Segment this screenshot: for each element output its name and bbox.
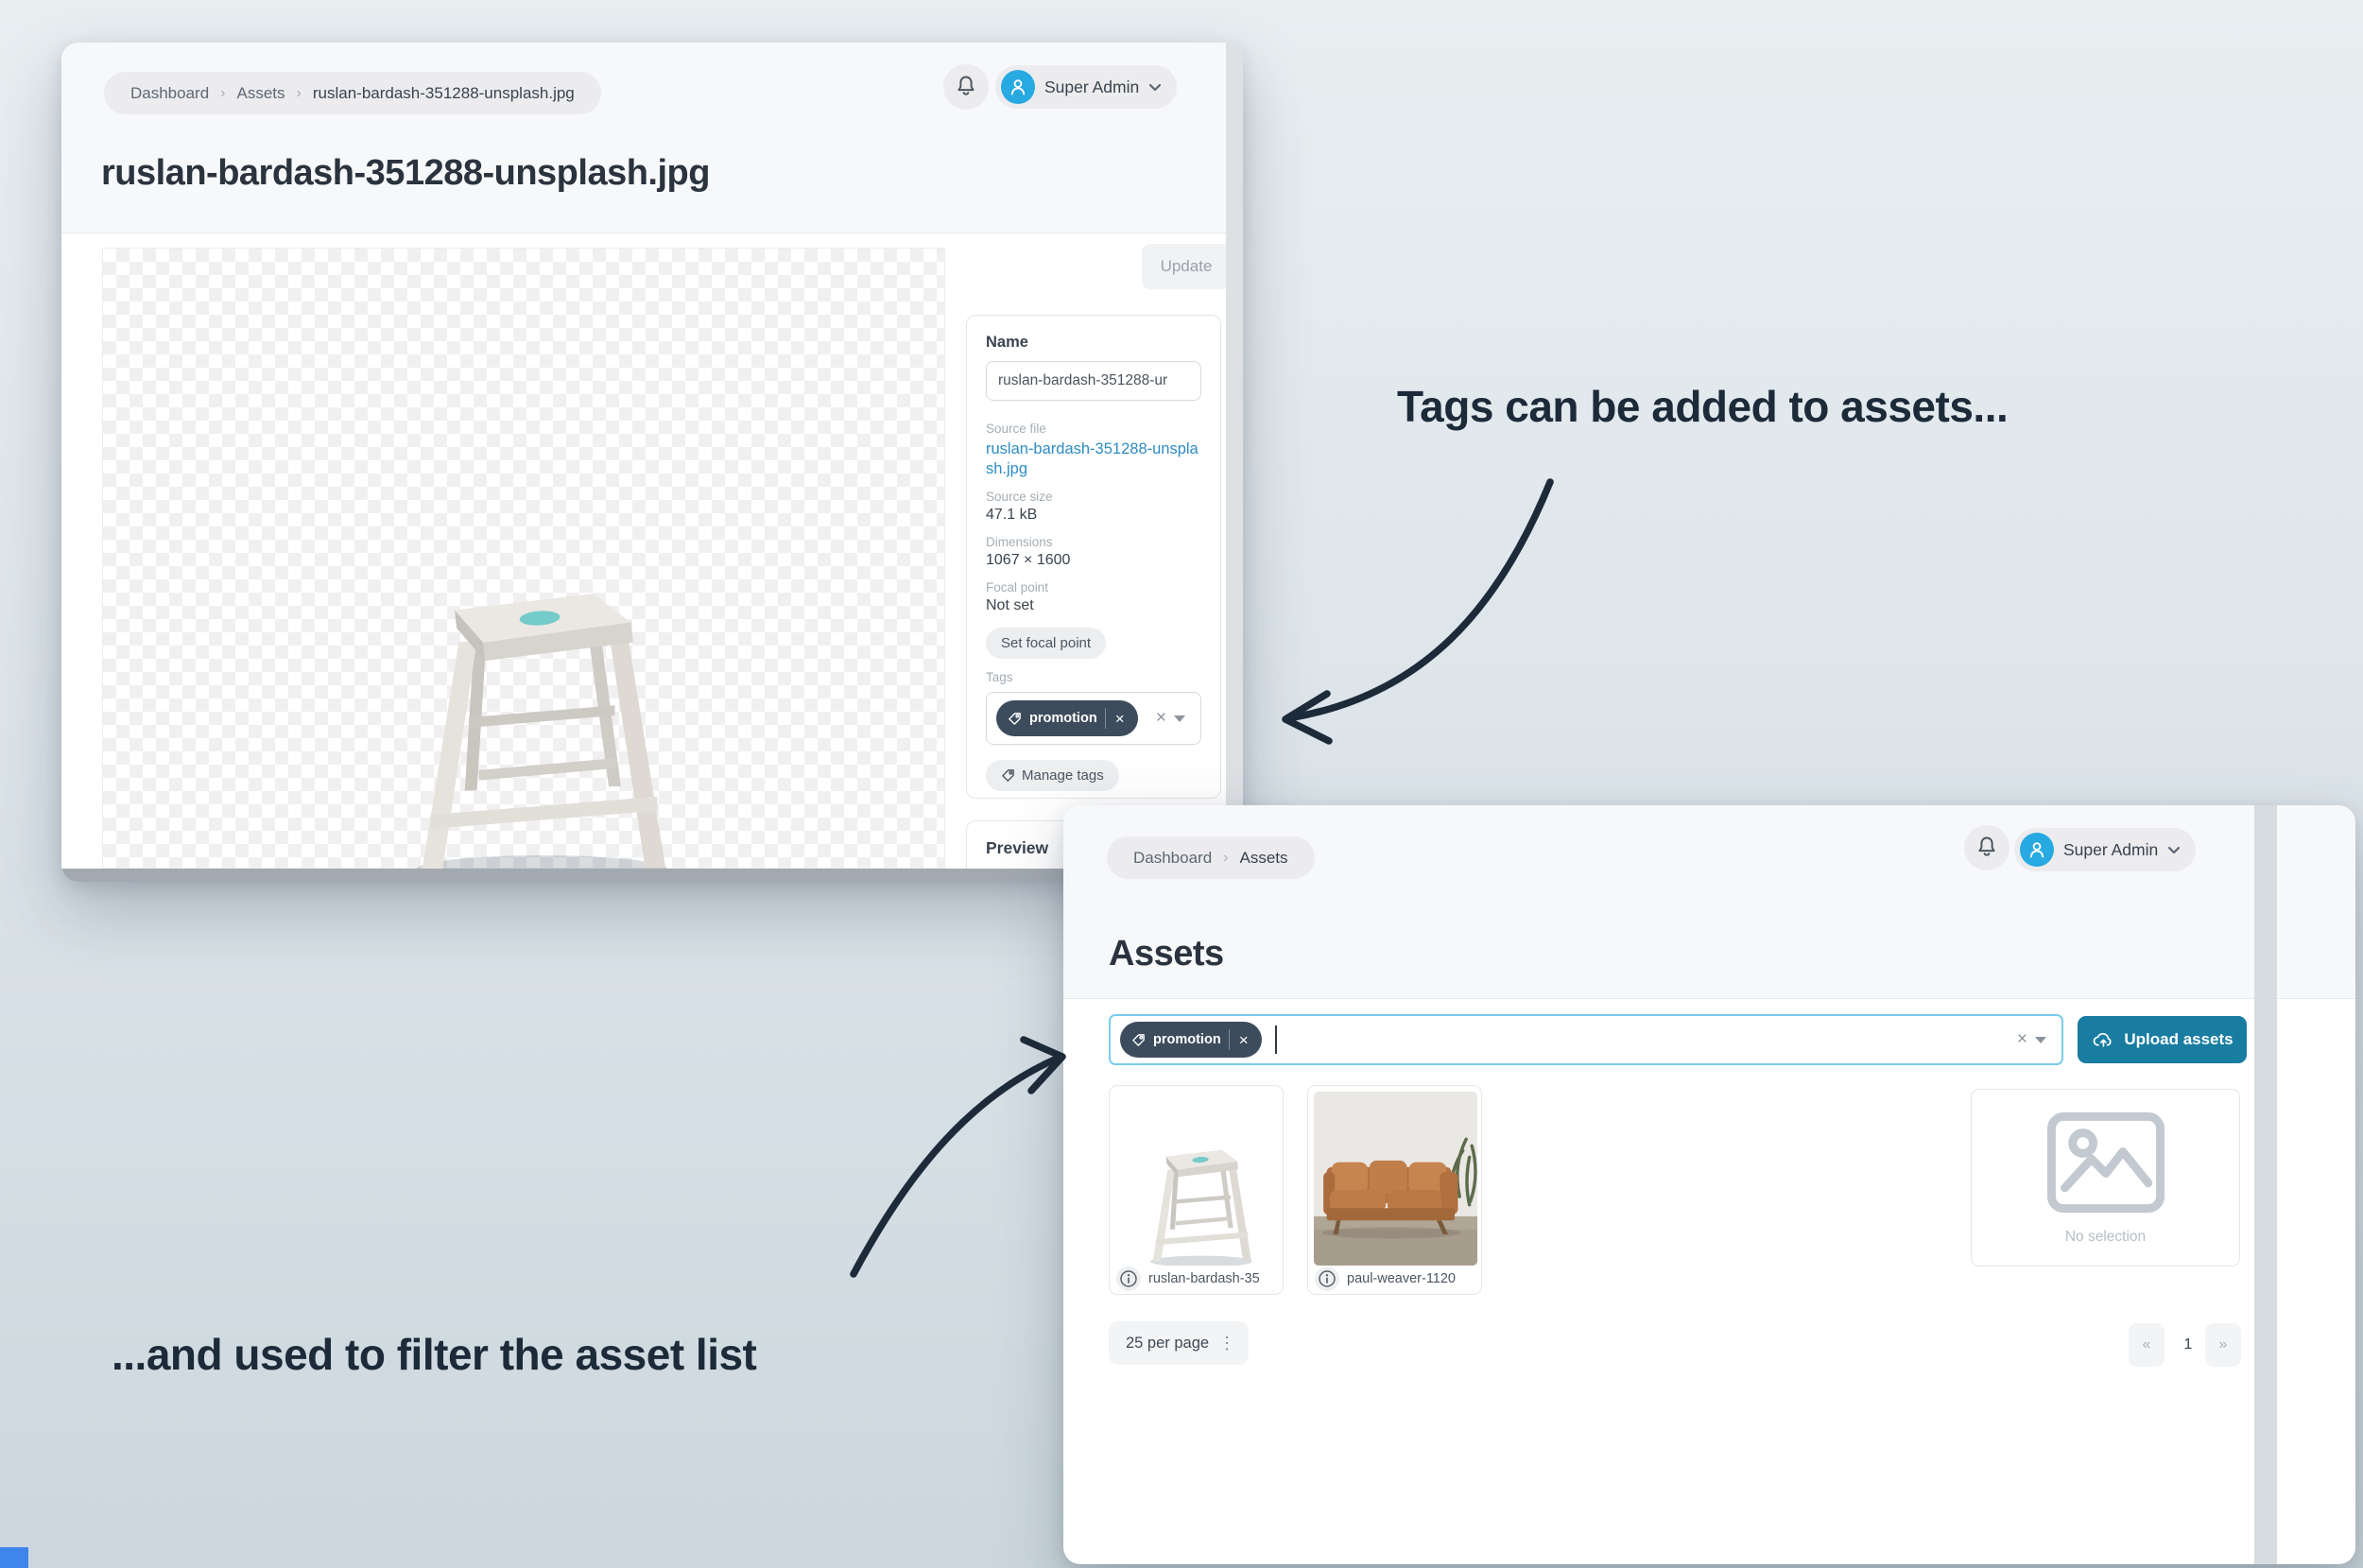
asset-thumbnail-stool bbox=[1115, 1092, 1279, 1266]
info-icon[interactable] bbox=[1315, 1266, 1339, 1291]
avatar bbox=[1001, 70, 1035, 104]
tag-chip-promotion: promotion × bbox=[996, 700, 1138, 737]
notifications-button[interactable] bbox=[943, 64, 989, 110]
breadcrumb-dashboard[interactable]: Dashboard bbox=[127, 84, 213, 103]
breadcrumb-current: ruslan-bardash-351288-unsplash.jpg bbox=[312, 83, 575, 102]
asset-thumbnail-couch bbox=[1314, 1092, 1477, 1266]
pagination-prev-button[interactable]: « bbox=[2129, 1323, 2165, 1367]
chevron-down-icon bbox=[2167, 843, 2181, 857]
tag-chip-promotion: promotion × bbox=[1120, 1022, 1262, 1058]
user-menu-button[interactable]: Super Admin bbox=[2014, 828, 2197, 871]
screenshot-canvas: Dashboard › Assets › ruslan-bardash-3512… bbox=[0, 0, 2363, 1568]
notifications-button[interactable] bbox=[1964, 825, 2009, 870]
no-selection-label: No selection bbox=[2064, 1229, 2147, 1245]
vertical-scrollbar[interactable] bbox=[2254, 805, 2277, 1564]
pagination-current-page[interactable]: 1 bbox=[2171, 1323, 2205, 1367]
image-placeholder-icon bbox=[2045, 1202, 2166, 1218]
user-menu-label: Super Admin bbox=[2063, 839, 2159, 859]
bottom-left-blue-mark bbox=[0, 1547, 28, 1568]
avatar bbox=[2020, 833, 2054, 867]
tag-chip-label: promotion bbox=[1153, 1032, 1221, 1047]
page-title: ruslan-bardash-351288-unsplash.jpg bbox=[101, 153, 710, 193]
detail-header: Dashboard › Assets › ruslan-bardash-3512… bbox=[61, 43, 1243, 233]
manage-tags-label: Manage tags bbox=[1022, 767, 1104, 784]
asset-card-stool[interactable]: ruslan-bardash-35 bbox=[1109, 1085, 1284, 1295]
annotation-tags-note: Tags can be added to assets... bbox=[1397, 382, 2009, 431]
tag-icon bbox=[1008, 712, 1022, 726]
source-file-link[interactable]: ruslan-bardash-351288-unsplash.jpg bbox=[986, 439, 1201, 478]
breadcrumb-dashboard[interactable]: Dashboard bbox=[1130, 849, 1216, 868]
user-menu-button[interactable]: Super Admin bbox=[995, 65, 1178, 109]
tag-chip-divider bbox=[1104, 708, 1106, 730]
update-button[interactable]: Update bbox=[1142, 244, 1231, 289]
dimensions-value: 1067 × 1600 bbox=[986, 552, 1071, 569]
clear-filter-icon[interactable]: × bbox=[2011, 1029, 2033, 1050]
asset-card-couch[interactable]: paul-weaver-1120 bbox=[1307, 1085, 1482, 1295]
breadcrumb-assets[interactable]: Assets bbox=[233, 84, 289, 103]
filter-dropdown-icon[interactable] bbox=[2035, 1036, 2046, 1043]
focal-point-label: Focal point bbox=[986, 580, 1049, 595]
info-icon[interactable] bbox=[1116, 1266, 1141, 1291]
list-header: Dashboard › Assets Super Admin Assets bbox=[1063, 805, 2355, 999]
text-cursor bbox=[1274, 1025, 1277, 1054]
tag-icon bbox=[1131, 1033, 1146, 1047]
bell-icon bbox=[1975, 835, 1999, 862]
tags-label: Tags bbox=[986, 670, 1013, 685]
asset-filename: paul-weaver-1120 bbox=[1347, 1271, 1456, 1286]
pagination-next-button[interactable]: » bbox=[2205, 1323, 2241, 1367]
upload-assets-button[interactable]: Upload assets bbox=[2078, 1016, 2247, 1063]
bell-icon bbox=[954, 74, 978, 101]
clear-tags-icon[interactable]: × bbox=[1150, 708, 1172, 729]
source-size-label: Source size bbox=[986, 490, 1053, 505]
arrow-to-filter-input-head bbox=[1020, 1036, 1066, 1094]
per-page-button[interactable]: 25 per page ⋮ bbox=[1109, 1321, 1250, 1365]
asset-preview-pane bbox=[102, 248, 945, 870]
dimensions-label: Dimensions bbox=[986, 535, 1053, 550]
assets-list-window: Dashboard › Assets Super Admin Assets pr… bbox=[1063, 805, 2355, 1564]
tag-icon bbox=[1001, 768, 1015, 783]
tag-remove-icon[interactable]: × bbox=[1113, 711, 1127, 727]
source-size-value: 47.1 kB bbox=[986, 507, 1038, 524]
no-selection-panel: No selection bbox=[1971, 1089, 2240, 1266]
focal-point-value: Not set bbox=[986, 597, 1034, 614]
breadcrumb: Dashboard › Assets bbox=[1107, 836, 1315, 879]
upload-assets-label: Upload assets bbox=[2124, 1030, 2234, 1048]
page-title: Assets bbox=[1109, 934, 1224, 974]
asset-image-stool bbox=[330, 450, 733, 870]
source-file-label: Source file bbox=[986, 422, 1046, 436]
arrow-to-filter-input bbox=[850, 1055, 1061, 1278]
breadcrumb-current: Assets bbox=[1239, 848, 1288, 867]
cloud-upload-icon bbox=[2091, 1029, 2115, 1051]
vertical-scrollbar[interactable] bbox=[1226, 43, 1243, 869]
name-label: Name bbox=[986, 334, 1028, 351]
tag-filter-input[interactable]: promotion × × bbox=[1109, 1014, 2063, 1065]
breadcrumb-separator-icon: › bbox=[220, 84, 226, 101]
arrow-to-tags-field bbox=[1289, 478, 1554, 721]
tag-remove-icon[interactable]: × bbox=[1237, 1032, 1250, 1048]
arrow-to-tags-field-head bbox=[1282, 690, 1333, 745]
per-page-label: 25 per page bbox=[1126, 1334, 1210, 1352]
tags-dropdown-icon[interactable] bbox=[1174, 715, 1185, 722]
manage-tags-button[interactable]: Manage tags bbox=[986, 760, 1119, 792]
breadcrumb-separator-icon: › bbox=[1223, 849, 1229, 866]
kebab-icon: ⋮ bbox=[1218, 1333, 1236, 1353]
asset-filename: ruslan-bardash-35 bbox=[1148, 1271, 1260, 1286]
breadcrumb: Dashboard › Assets › ruslan-bardash-3512… bbox=[104, 72, 601, 114]
annotation-filter-note: ...and used to filter the asset list bbox=[112, 1330, 757, 1379]
tags-select[interactable]: promotion × × bbox=[986, 692, 1201, 746]
name-field[interactable] bbox=[986, 361, 1201, 401]
breadcrumb-separator-icon: › bbox=[296, 84, 302, 101]
set-focal-point-button[interactable]: Set focal point bbox=[986, 628, 1107, 660]
user-menu-label: Super Admin bbox=[1044, 77, 1140, 96]
asset-fields-panel: Name Source file ruslan-bardash-351288-u… bbox=[966, 315, 1221, 799]
tag-chip-label: promotion bbox=[1029, 711, 1097, 727]
chevron-down-icon bbox=[1148, 80, 1162, 95]
asset-detail-window: Dashboard › Assets › ruslan-bardash-3512… bbox=[61, 43, 1243, 882]
tag-chip-divider bbox=[1228, 1029, 1230, 1050]
